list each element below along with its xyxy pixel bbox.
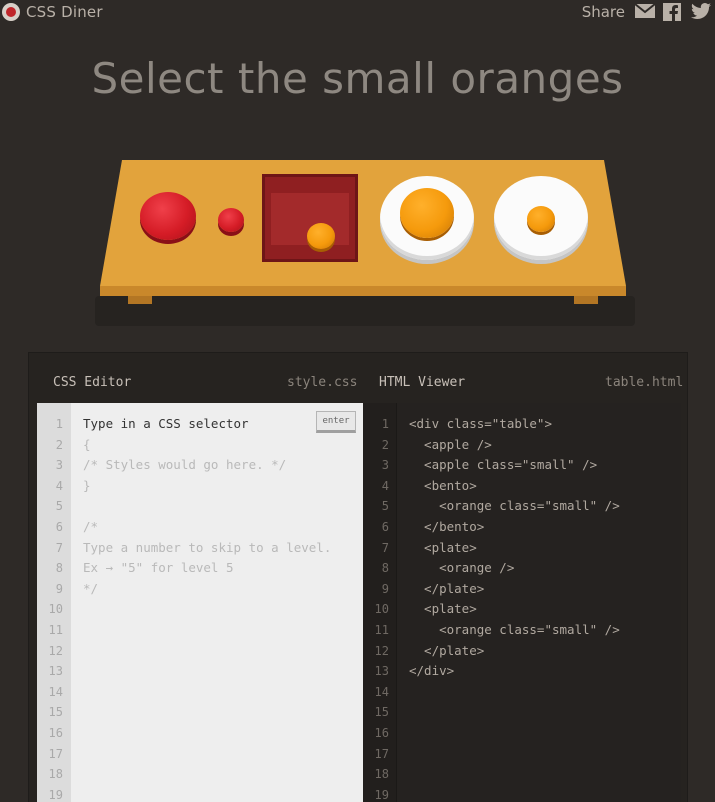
css-line-number: 4 <box>55 478 63 493</box>
html-code-line: <orange /> <box>409 560 515 576</box>
css-code-line: Ex → "5" for level 5 <box>83 560 234 576</box>
facebook-icon[interactable] <box>663 3 683 21</box>
css-line-number: 7 <box>55 540 63 555</box>
html-line-number: 18 <box>374 767 389 782</box>
css-line-number: 11 <box>48 623 63 637</box>
css-editor-label: CSS Editor <box>53 375 132 390</box>
html-code-line: </bento> <box>409 519 485 534</box>
css-code-line: */ <box>83 580 99 596</box>
css-line-number: 5 <box>55 499 63 514</box>
share-label: Share <box>581 3 625 21</box>
css-line-number: 14 <box>48 684 63 699</box>
css-line-number: 1 <box>55 417 63 431</box>
html-line-number: 10 <box>374 602 389 617</box>
css-code-line: /* Styles would go here. */ <box>83 457 287 473</box>
share-bar: Share <box>582 3 711 21</box>
top-bar: CSS Diner Share <box>0 0 715 26</box>
html-line-number: 16 <box>374 726 389 740</box>
html-code-line: </div> <box>409 663 455 679</box>
html-line-number: 8 <box>381 561 389 576</box>
html-line-number: 17 <box>374 746 389 761</box>
enter-button[interactable]: enter <box>316 411 356 433</box>
css-editor[interactable]: 1 2 3 4 5 6 7 8 9 10 11 12 13 14 15 16 17 18 19 Type in a … <box>37 403 363 802</box>
css-line-number: 3 <box>55 458 63 473</box>
email-icon[interactable] <box>635 3 655 21</box>
html-code-line: <apple /> <box>409 436 492 452</box>
css-line-number: 13 <box>48 664 63 679</box>
html-line-number: 5 <box>381 499 389 514</box>
html-code-line: <plate> <box>409 539 477 555</box>
logo-icon <box>2 3 20 21</box>
html-code-line: <apple class="small" /> <box>409 457 598 473</box>
logo[interactable]: CSS Diner <box>2 3 103 21</box>
html-viewer: 1 2 3 4 5 6 7 8 9 10 11 12 13 14 15 16 17 18 19 <div class… <box>363 403 681 802</box>
html-line-number: 1 <box>381 417 389 431</box>
html-line-number: 14 <box>374 684 389 699</box>
orange-on-plate <box>400 188 454 238</box>
html-viewer-label: HTML Viewer <box>379 375 466 390</box>
html-line-number: 12 <box>374 643 389 658</box>
twitter-icon[interactable] <box>691 3 711 21</box>
apple <box>140 192 196 240</box>
html-line-number: 3 <box>381 458 389 473</box>
html-line-number: 15 <box>374 705 389 720</box>
html-code-line: </plate> <box>409 642 485 658</box>
bento <box>262 174 358 262</box>
html-line-number: 11 <box>374 623 389 637</box>
css-code-line: Type in a CSS selector <box>83 416 249 431</box>
css-line-number: 15 <box>48 705 63 720</box>
html-line-number: 7 <box>381 540 389 555</box>
html-code-line: <div class="table"> <box>409 416 552 431</box>
html-code-line: </plate> <box>409 580 485 596</box>
css-line-number: 16 <box>48 726 63 740</box>
css-file-name: style.css <box>287 375 358 390</box>
html-line-number: 6 <box>381 520 389 534</box>
table-leg-right <box>574 296 598 304</box>
html-code-line: <bento> <box>409 477 477 493</box>
css-line-number: 6 <box>55 520 63 534</box>
table-edge <box>100 286 626 296</box>
editor-panel: CSS Editor style.css HTML Viewer table.h… <box>28 352 688 802</box>
html-code-line: <plate> <box>409 601 477 617</box>
small-orange-in-bento <box>307 223 335 249</box>
css-code-line: { <box>83 436 91 452</box>
html-line-number: 9 <box>381 581 389 596</box>
css-line-number: 19 <box>48 787 63 802</box>
bento-inner <box>271 193 349 249</box>
plate <box>380 176 474 260</box>
css-code-line: Type a number to skip to a level. <box>83 539 332 555</box>
small-orange-on-plate <box>527 206 555 232</box>
css-code-line: } <box>83 477 91 493</box>
html-code-line: <orange class="small" /> <box>409 498 620 514</box>
html-line-number: 19 <box>374 787 389 802</box>
level-title: Select the small oranges <box>91 54 624 103</box>
css-line-number: 18 <box>48 767 63 782</box>
html-line-number: 2 <box>381 437 389 452</box>
html-line-number: 13 <box>374 664 389 679</box>
css-line-number: 2 <box>55 437 63 452</box>
small-apple <box>218 208 244 232</box>
editor-header: CSS Editor style.css HTML Viewer table.h… <box>29 353 689 403</box>
table-leg-left <box>128 296 152 304</box>
table-scene <box>100 160 626 320</box>
css-line-number: 17 <box>48 746 63 761</box>
html-line-number: 4 <box>381 478 389 493</box>
css-code-line: /* <box>83 519 99 534</box>
plate <box>494 176 588 260</box>
css-line-number: 9 <box>55 581 63 596</box>
html-file-name: table.html <box>605 375 684 390</box>
html-code-line: <orange class="small" /> <box>409 622 620 637</box>
css-line-number: 8 <box>55 561 63 576</box>
logo-text: CSS Diner <box>26 3 103 21</box>
css-line-number: 12 <box>48 643 63 658</box>
css-line-number: 10 <box>48 602 63 617</box>
